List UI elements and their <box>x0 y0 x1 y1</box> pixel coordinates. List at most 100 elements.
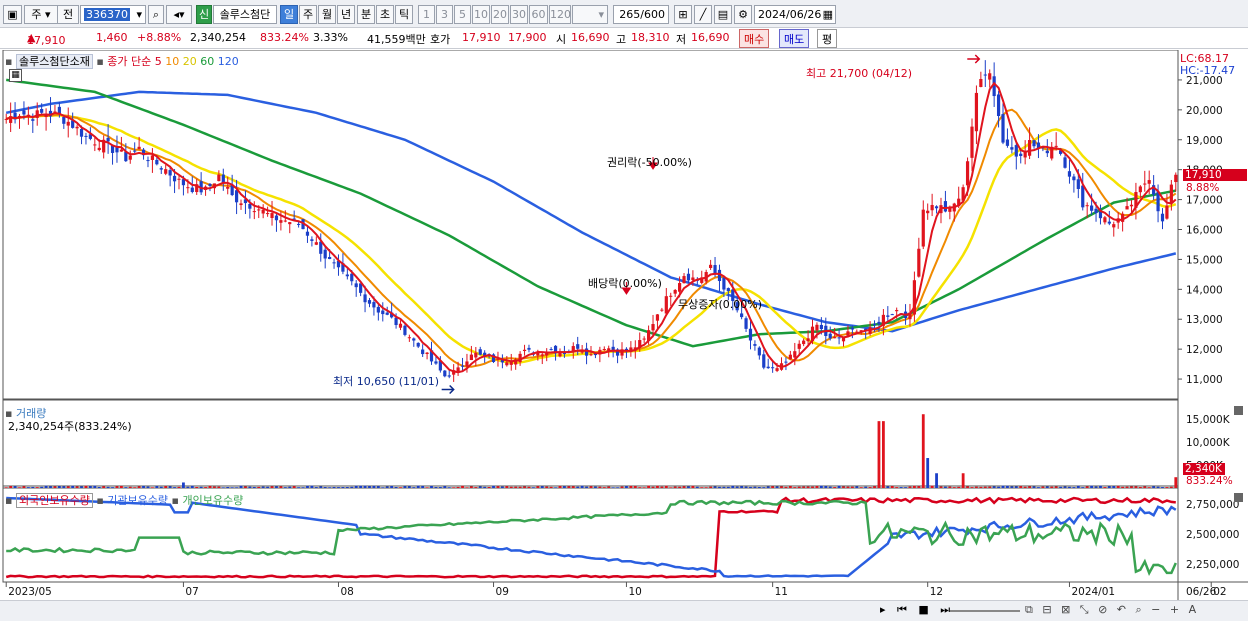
candle-body <box>478 349 482 355</box>
menu-dot-icon[interactable]: ▪ <box>5 494 12 507</box>
volume-tag: 2,340K <box>1183 463 1225 475</box>
candle-body <box>664 296 668 314</box>
interval-30[interactable]: 30 <box>510 5 528 24</box>
chart-canvas[interactable]: 11,000 12,000 13,000 14,000 15,000 16,000 17,0… <box>0 50 1248 621</box>
volume-bar <box>1063 486 1067 488</box>
volume-bar <box>137 486 141 488</box>
volume-bar <box>602 487 606 488</box>
volume-bar <box>1081 487 1085 488</box>
candle-body <box>403 325 407 335</box>
volume-bar <box>434 487 438 488</box>
count-input[interactable]: 265/600 <box>613 5 669 24</box>
candle-body <box>886 315 890 317</box>
candle-body <box>837 337 841 339</box>
volume-bar <box>1014 486 1018 488</box>
chart-area[interactable]: 11,000 12,000 13,000 14,000 15,000 16,000 17,0… <box>0 50 1248 621</box>
draw-tools-icon[interactable]: ╱ <box>694 5 712 24</box>
volume-bar <box>173 487 176 488</box>
stock-name-label[interactable]: 솔루스첨단소재 <box>15 54 93 69</box>
candle-body <box>753 344 757 346</box>
tab-monthly[interactable]: 월 <box>318 5 336 24</box>
tab-second[interactable]: 초 <box>376 5 394 24</box>
volume-bar <box>106 486 110 488</box>
candle-body <box>602 348 606 350</box>
volume-bar <box>594 486 597 488</box>
menu-dot-icon[interactable]: ▪ <box>172 494 179 507</box>
volume-bar <box>128 486 132 488</box>
open-label: 시 <box>556 33 567 46</box>
calendar-icon[interactable]: ▦ <box>823 6 835 23</box>
x-tick-label: 10 <box>628 586 641 598</box>
chevron-down-icon[interactable]: ▾ <box>136 6 145 23</box>
volume-bar <box>669 487 673 488</box>
scroll-controls[interactable]: ▸ ⏮ ■ ⏭ <box>880 603 954 617</box>
window-icon[interactable]: ▣ <box>3 5 22 24</box>
sell-button[interactable]: 매도 <box>779 29 810 48</box>
volume-bar <box>864 486 868 488</box>
candle-body <box>283 220 287 222</box>
candle-body <box>97 147 101 151</box>
interval-20[interactable]: 20 <box>491 5 509 24</box>
y-tick-label: 20,000 <box>1186 105 1223 117</box>
candle-body <box>1160 213 1165 222</box>
volume-bar <box>797 486 801 488</box>
candle-body <box>965 161 970 186</box>
speaker-icon[interactable]: ◂▾ <box>166 5 192 24</box>
volume-bar <box>44 485 48 488</box>
candle-body <box>363 294 367 303</box>
interval-60[interactable]: 60 <box>529 5 548 24</box>
count-max: /600 <box>640 8 665 21</box>
series-individual[interactable]: 개인보유수량 <box>182 494 243 507</box>
crosshair-icon[interactable]: ⊞ <box>674 5 692 24</box>
search-icon[interactable]: ⌕ <box>148 5 164 24</box>
chart-tools-icons[interactable]: ⧉ ⊟ ⊠ ⤡ ⊘ ↶ ⌕ − + A <box>1025 603 1199 617</box>
candle-body <box>996 94 1001 117</box>
stock-code-input[interactable]: 336370 ▾ <box>80 5 146 24</box>
gear-icon[interactable]: ⚙ <box>734 5 752 24</box>
scroll-slider[interactable] <box>950 610 1020 612</box>
eval-button[interactable]: 평 <box>817 29 838 48</box>
volume-bar <box>182 482 185 488</box>
candle-body <box>367 300 372 304</box>
grid-toggle-icon[interactable]: ▦ <box>9 69 22 82</box>
volume-bar <box>642 487 646 488</box>
candle-body <box>398 323 403 328</box>
close-panel-icon[interactable] <box>1234 493 1243 502</box>
interval-1[interactable]: 1 <box>418 5 435 24</box>
candle-body <box>345 274 349 277</box>
candle-body <box>979 78 983 87</box>
candle-body <box>1005 139 1010 146</box>
candle-body <box>190 187 194 192</box>
date-input[interactable]: 2024/06/26 ▦ <box>754 5 836 24</box>
save-icon[interactable]: ▤ <box>714 5 732 24</box>
tab-tick[interactable]: 틱 <box>395 5 413 24</box>
tab-yearly[interactable]: 년 <box>337 5 355 24</box>
market-select[interactable]: 주 ▾ <box>24 5 58 24</box>
tab-daily[interactable]: 일 <box>280 5 298 24</box>
volume-bar <box>53 486 57 488</box>
interval-3[interactable]: 3 <box>436 5 453 24</box>
candle-body <box>691 277 695 281</box>
interval-5[interactable]: 5 <box>454 5 471 24</box>
tab-minute[interactable]: 분 <box>357 5 375 24</box>
interval-10[interactable]: 10 <box>472 5 490 24</box>
candle-body <box>748 328 753 341</box>
series-foreign[interactable]: 외국인보유수량 <box>15 493 93 508</box>
volume-bar <box>899 487 903 488</box>
type-select[interactable]: 전 <box>57 5 79 24</box>
interval-120[interactable]: 120 <box>549 5 571 24</box>
volume-bar <box>168 486 172 488</box>
buy-button[interactable]: 매수 <box>739 29 770 48</box>
volume-bar <box>390 485 394 488</box>
menu-dot-icon[interactable]: ▪ <box>5 55 12 68</box>
volume-bar <box>1138 486 1142 488</box>
menu-dot-icon[interactable]: ▪ <box>96 55 103 68</box>
series-institution[interactable]: 기관보유수량 <box>107 494 168 507</box>
menu-dot-icon[interactable]: ▪ <box>96 494 103 507</box>
volume-bar <box>1156 486 1160 488</box>
close-panel-icon[interactable] <box>1234 406 1243 415</box>
tab-weekly[interactable]: 주 <box>299 5 317 24</box>
low-price: 16,690 <box>691 31 730 44</box>
interval-custom-select[interactable]: ▾ <box>572 5 608 24</box>
volume-bar <box>93 485 97 488</box>
